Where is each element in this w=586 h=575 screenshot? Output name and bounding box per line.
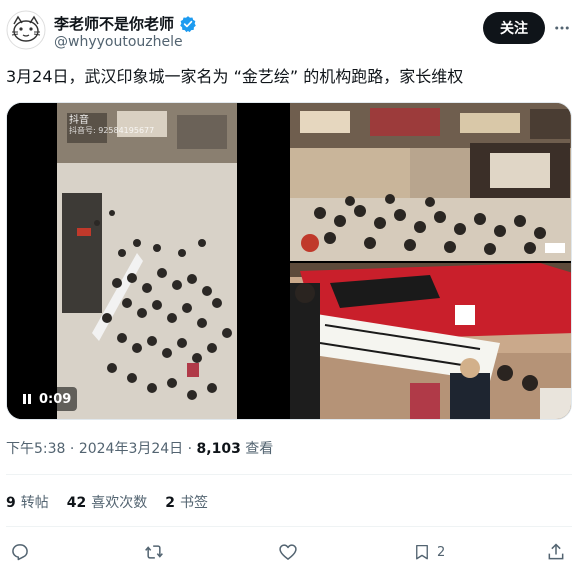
- tweet-text: 3月24日，武汉印象城一家名为 “金艺绘” 的机构跑路，家长维权: [6, 67, 464, 86]
- views-count: 8,103: [196, 441, 241, 457]
- retweets-count: 9: [6, 495, 16, 511]
- retweets-label: 转帖: [20, 495, 49, 511]
- reply-icon[interactable]: [10, 542, 30, 562]
- bookmarks-stat[interactable]: 2 书签: [165, 492, 208, 512]
- bookmark-count: 2: [437, 544, 446, 560]
- display-name[interactable]: 李老师不是你老师: [54, 13, 174, 34]
- share-button[interactable]: [546, 540, 566, 564]
- video-duration-badge[interactable]: 0:09: [17, 387, 78, 411]
- video-watermark-id: 抖音号: 92584195677: [69, 126, 155, 135]
- divider: [6, 526, 572, 527]
- share-icon[interactable]: [546, 542, 566, 562]
- tweet-header: 李老师不是你老师 @whyyoutouzhele 关注: [0, 0, 586, 60]
- action-bar: 2: [0, 538, 586, 568]
- retweets-stat[interactable]: 9 转帖: [6, 492, 49, 512]
- photo-crowd-mall[interactable]: [290, 103, 571, 261]
- reply-button[interactable]: [10, 540, 30, 564]
- bookmarks-count: 2: [165, 495, 175, 511]
- like-button[interactable]: [278, 540, 298, 564]
- user-handle[interactable]: @whyyoutouzhele: [54, 34, 183, 50]
- divider: [6, 474, 572, 475]
- verified-badge-icon: [179, 15, 197, 33]
- pause-icon[interactable]: [23, 394, 31, 404]
- avatar[interactable]: [6, 10, 46, 50]
- views-label: 查看: [240, 441, 274, 457]
- tweet-time[interactable]: 下午5:38: [6, 441, 65, 457]
- retweet-button[interactable]: [143, 540, 165, 564]
- bookmark-button[interactable]: 2: [413, 540, 445, 564]
- follow-button[interactable]: 关注: [483, 12, 545, 44]
- meta-separator: ·: [183, 441, 197, 457]
- likes-count: 42: [66, 495, 87, 511]
- engagement-stats: 9 转帖 42 喜欢次数 2 书签: [6, 492, 208, 512]
- video-player[interactable]: 抖音 抖音号: 92584195677 0:09: [7, 103, 288, 419]
- retweet-icon[interactable]: [143, 542, 165, 562]
- meta-separator: ·: [65, 441, 79, 457]
- tweet-date[interactable]: 2024年3月24日: [79, 441, 183, 457]
- heart-icon[interactable]: [278, 542, 298, 562]
- photo-protest-banner[interactable]: [290, 263, 571, 419]
- media-grid: 抖音 抖音号: 92584195677 0:09: [6, 102, 572, 420]
- video-watermark: 抖音: [69, 115, 89, 126]
- tweet-meta: 下午5:38 · 2024年3月24日 · 8,103 查看: [6, 438, 273, 458]
- name-row: 李老师不是你老师: [54, 13, 197, 34]
- video-duration: 0:09: [39, 391, 72, 407]
- more-options-icon[interactable]: [552, 18, 572, 38]
- bookmark-icon[interactable]: [413, 542, 431, 562]
- likes-stat[interactable]: 42 喜欢次数: [67, 492, 147, 512]
- likes-label: 喜欢次数: [91, 495, 148, 511]
- bookmarks-label: 书签: [179, 495, 208, 511]
